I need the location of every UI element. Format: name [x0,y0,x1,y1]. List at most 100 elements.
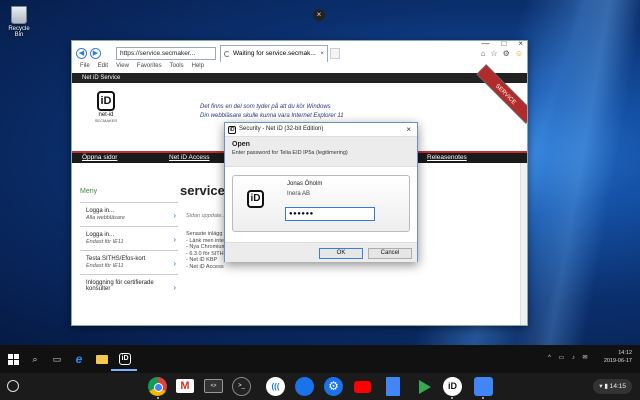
shelf-time: 14:15 [609,383,626,390]
page-scrollbar[interactable] [520,163,527,325]
security-dialog: iD Security - Net iD (32-bit Edition) × … [224,122,418,262]
dialog-heading: Open [232,141,250,148]
youtube-icon[interactable] [353,377,372,396]
net-id-logo: iD net-id SECMAKER [88,91,124,135]
running-dot [451,397,453,399]
feedback-smiley-icon[interactable]: ☺ [515,49,523,58]
left-menu-item[interactable]: Inloggning för certifierade konsulter › [80,274,178,298]
net-id-logo-icon: iD [97,91,115,111]
net-id-card-icon: iD [247,190,264,208]
task-view-icon[interactable]: ▭ [50,352,64,366]
menu-view[interactable]: View [116,63,129,73]
dialog-header: Open Enter password for Telia EID IP5a (… [225,137,417,167]
net-id-app-icon[interactable] [443,377,462,396]
list-item[interactable]: - Nya Chromium [186,244,226,251]
windows-logo-icon [7,354,19,365]
launcher-icon[interactable] [7,380,19,392]
taskbar-clock[interactable]: 14:12 2019-06-17 [604,349,632,365]
logo-subtext: SECMAKER [94,118,118,123]
status-area[interactable]: ▾ ▮ 14:15 [593,379,632,394]
nav-link-open-pages[interactable]: Öppna sidor [82,153,117,163]
window-controls: — □ × [481,41,523,48]
chevron-right-icon: › [173,283,176,292]
identity-card: iD Jonas Öholm Inera AB ●●●●●● [232,175,410,232]
list-item: Senaste inlägg [186,231,223,237]
menu-heading: Meny [80,188,98,195]
address-bar[interactable]: https://service.secmaker... [116,47,216,60]
minimize-button[interactable]: — [481,41,489,48]
net-id-taskbar-icon[interactable]: iD [118,352,132,366]
left-menu-item-title: Logga in... [86,232,115,238]
menu-help[interactable]: Help [192,63,204,73]
chevron-right-icon: › [173,259,176,268]
left-menu-item[interactable]: Testa SITHS/Efos-kort Endast för IE11 › [80,250,178,274]
running-dot [157,397,159,399]
shell-icon[interactable]: >_ [232,377,251,396]
left-menu-item-sub: Endast för IE11 [86,239,124,245]
file-explorer-icon[interactable] [96,352,110,366]
dialog-close-icon[interactable]: × [406,123,411,136]
notice-line: Det finns en del som tyder på att du kör… [200,104,331,110]
new-tab-button[interactable] [330,48,340,59]
favorites-star-icon[interactable]: ☆ [490,49,497,58]
chrome-icon[interactable] [148,377,167,396]
card-organization: Inera AB [287,191,311,197]
nav-link-releasenotes[interactable]: Releasenotes [427,153,467,163]
dialog-footer: OK Cancel [225,242,417,262]
card-holder-name: Jonas Öholm [287,181,323,187]
chevron-right-icon: › [173,211,176,220]
menu-tools[interactable]: Tools [170,63,184,73]
left-menu-item[interactable]: Logga in... Endast för IE11 › [80,226,178,250]
play-store-icon[interactable] [414,377,433,396]
dialog-titlebar: iD Security - Net iD (32-bit Edition) × [225,123,417,137]
blue-app-icon[interactable] [295,377,314,396]
files-icon[interactable] [474,377,493,396]
desktop: Recycle Bin × ◀ ▶ https://service.secmak… [0,0,640,345]
settings-gear-icon[interactable]: ⚙ [503,49,510,58]
windows-taskbar: ⌕ ▭ e iD ^ ▭ ♪ ✉ 14:12 2019-06-17 [0,345,640,373]
recycle-bin[interactable]: Recycle Bin [4,4,34,38]
gmail-icon[interactable] [176,379,194,393]
system-tray-icons[interactable]: ^ ▭ ♪ ✉ [548,354,591,361]
internet-explorer-icon[interactable]: e [72,352,86,366]
left-menu-item[interactable]: Logga in... Alla webbläsare › [80,202,178,226]
browser-notice: Det finns en del som tyder på att du kör… [200,103,344,121]
ok-button[interactable]: OK [319,248,363,259]
browser-right-icons: ⌂ ☆ ⚙ ☺ [481,49,523,58]
left-menu-item-sub: Endast för IE11 [86,263,124,269]
close-icon[interactable]: × [313,9,325,21]
left-menu-item-title: Logga in... [86,208,115,214]
browser-tab[interactable]: Waiting for service.secmak... × [220,45,328,62]
list-item[interactable]: - Net iD Access [186,264,226,271]
terminal-icon[interactable]: <> [204,379,223,393]
chevron-right-icon: › [173,235,176,244]
docs-icon[interactable] [386,377,400,396]
tab-close-icon[interactable]: × [320,46,324,62]
site-header: Net iD Service [72,73,527,83]
window-close-button[interactable]: × [518,41,523,48]
taskbar-time: 14:12 [618,350,632,356]
nav-link-net-id-access[interactable]: Net iD Access [169,153,209,163]
back-button[interactable]: ◀ [76,48,87,59]
left-menu-item-sub: Alla webbläsare [86,215,125,221]
browser-toolbar: ◀ ▶ https://service.secmaker... Waiting … [72,45,527,63]
password-field[interactable]: ●●●●●● [285,207,375,221]
loading-spinner-icon [224,51,230,57]
menu-edit[interactable]: Edit [98,63,108,73]
menu-file[interactable]: File [80,63,90,73]
active-app-indicator [111,369,137,371]
forward-button[interactable]: ▶ [90,48,101,59]
crostini-icon[interactable] [266,377,285,396]
recycle-bin-label: Recycle Bin [8,26,30,38]
running-dot [482,397,484,399]
cancel-button[interactable]: Cancel [368,248,412,259]
menu-favorites[interactable]: Favorites [137,63,162,73]
settings-icon[interactable] [324,377,343,396]
dialog-subheading: Enter password for Telia EID IP5a (legit… [232,150,348,156]
maximize-button[interactable]: □ [501,41,506,48]
start-button[interactable] [6,352,20,366]
search-icon[interactable]: ⌕ [28,352,42,366]
menu-bar: File Edit View Favorites Tools Help [72,63,527,73]
left-menu: Meny Logga in... Alla webbläsare › Logga… [80,188,178,298]
home-icon[interactable]: ⌂ [481,49,486,58]
